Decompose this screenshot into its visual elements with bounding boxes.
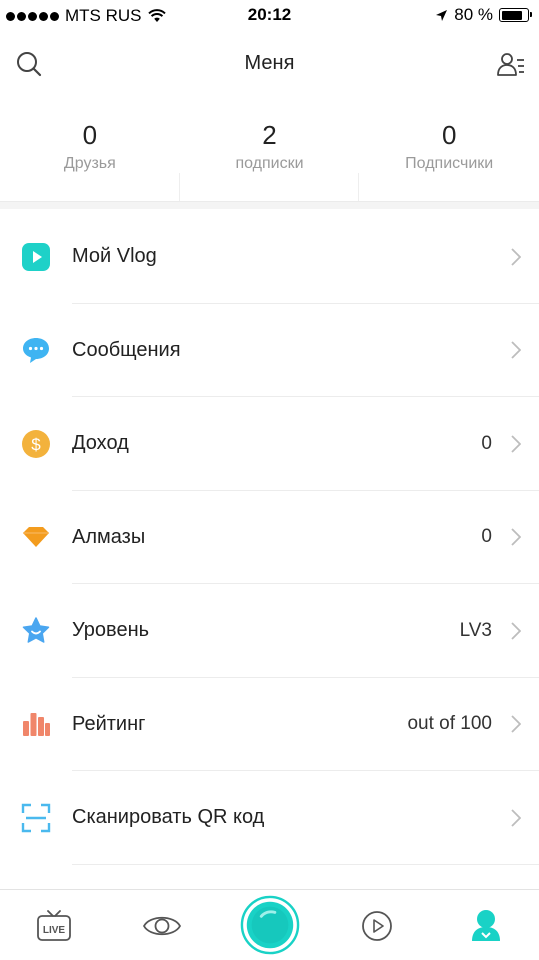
menu-label: Сообщения — [72, 338, 181, 361]
chevron-right-icon — [509, 340, 523, 360]
tab-live[interactable]: LIVE — [24, 890, 84, 960]
menu-item-income[interactable]: $ Доход 0 — [0, 397, 539, 491]
chevron-right-icon — [509, 714, 523, 734]
profile-icon — [472, 909, 500, 941]
menu-label: Рейтинг — [72, 712, 146, 735]
page-title: Меня — [244, 52, 295, 74]
followers-count: 0 — [441, 120, 457, 150]
menu-value: LV3 — [459, 619, 492, 641]
ranking-bars-icon — [21, 709, 51, 739]
friends-count: 0 — [82, 120, 98, 150]
location-arrow-icon — [436, 9, 448, 21]
contacts-button[interactable] — [495, 48, 527, 80]
menu-label: Уровень — [72, 619, 150, 642]
following-label: подписки — [235, 155, 304, 172]
menu-value: out of 100 — [407, 713, 492, 735]
battery-icon — [499, 8, 532, 22]
vlog-play-icon — [21, 242, 51, 272]
menu-item-diamonds[interactable]: Алмазы 0 — [0, 491, 539, 585]
stat-following[interactable]: 2 подписки — [180, 115, 360, 201]
contacts-list-icon — [497, 53, 524, 76]
followers-label: Подписчики — [405, 155, 494, 172]
svg-text:$: $ — [31, 435, 41, 454]
menu-item-rating[interactable]: Рейтинг out of 100 — [0, 678, 539, 772]
battery-level — [501, 10, 522, 20]
tab-videos[interactable] — [347, 890, 407, 960]
dollar-coin-icon: $ — [21, 429, 51, 459]
stat-followers[interactable]: 0 Подписчики — [359, 115, 539, 201]
battery-percent: 80 % — [454, 5, 493, 24]
header: Меня — [0, 32, 539, 96]
chevron-right-icon — [509, 808, 523, 828]
stat-friends[interactable]: 0 Друзья — [0, 115, 180, 201]
status-bar: MTS RUS 20:12 80 % — [0, 0, 539, 32]
menu-value: 0 — [481, 526, 492, 548]
eye-icon — [142, 916, 182, 935]
menu-label: Мой Vlog — [72, 245, 157, 268]
diamond-icon — [21, 522, 51, 552]
friends-label: Друзья — [63, 155, 116, 172]
menu-value: 0 — [481, 432, 492, 454]
video-play-icon — [362, 910, 392, 941]
menu-item-messages[interactable]: Сообщения — [0, 304, 539, 398]
tab-record[interactable] — [240, 889, 300, 960]
status-right: 80 % — [435, 5, 532, 25]
menu-label: Доход — [72, 432, 129, 455]
message-bubble-icon — [21, 335, 51, 365]
menu-item-level[interactable]: Уровень LV3 — [0, 584, 539, 678]
menu-item-scan-qr[interactable]: Сканировать QR код — [0, 771, 539, 865]
menu-label: Алмазы — [72, 525, 146, 548]
menu-label: Сканировать QR код — [72, 806, 265, 829]
star-level-icon — [21, 616, 51, 646]
following-count: 2 — [262, 120, 277, 150]
tab-discover[interactable] — [132, 890, 192, 960]
profile-menu: Мой Vlog Сообщения $ Доход 0 Алмазы 0 Ур… — [0, 202, 539, 865]
tab-bar: LIVE — [0, 889, 539, 960]
profile-stats: 0 Друзья 2 подписки 0 Подписчики — [0, 115, 539, 201]
qr-scan-icon — [21, 803, 51, 833]
svg-text:LIVE: LIVE — [43, 925, 66, 936]
chevron-right-icon — [509, 527, 523, 547]
chevron-right-icon — [509, 621, 523, 641]
live-tv-icon: LIVE — [37, 909, 71, 941]
menu-item-my-vlog[interactable]: Мой Vlog — [0, 210, 539, 304]
camera-record-icon — [240, 895, 300, 954]
chevron-right-icon — [509, 434, 523, 454]
tab-profile[interactable] — [456, 890, 516, 960]
chevron-right-icon — [509, 247, 523, 267]
